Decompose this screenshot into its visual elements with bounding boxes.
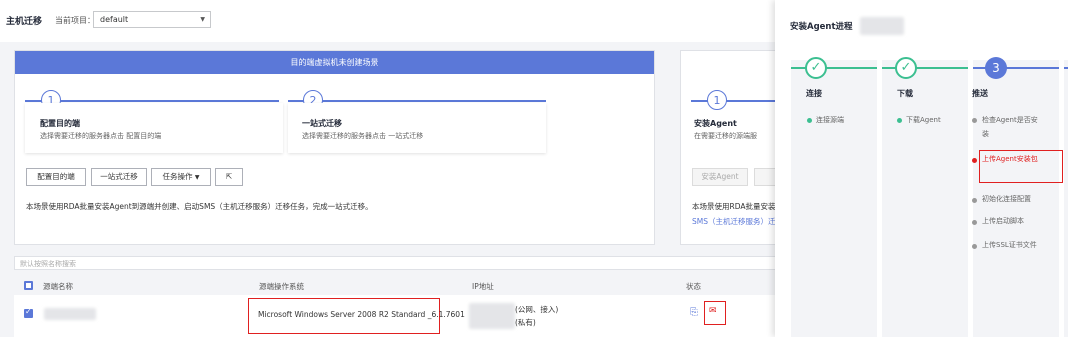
search-input[interactable]: 默认按照名称搜索 — [14, 256, 790, 270]
top-bar: 主机迁移 当前项目： default ▼ — [0, 0, 790, 42]
error-dot-icon — [972, 158, 977, 163]
task-ops-dropdown[interactable]: 任务操作 ▼ — [151, 168, 211, 186]
panel-title: 安装Agent进程 — [790, 22, 853, 32]
task-ops-label: 任务操作 — [162, 172, 193, 181]
step-line — [288, 100, 546, 102]
project-select-value: default — [100, 15, 129, 24]
scenario-note-link[interactable]: SMS（主机迁移服务）迁 — [692, 216, 776, 227]
search-placeholder: 默认按照名称搜索 — [20, 260, 76, 268]
pending-dot-icon — [972, 198, 977, 203]
progress-line — [791, 67, 877, 69]
sub-step-label: 下载Agent — [906, 116, 941, 124]
page-title: 主机迁移 — [6, 17, 43, 27]
progress-column-next — [1064, 60, 1068, 337]
column-title: 下载 — [897, 89, 913, 98]
scenario-header: 目的端虚拟机未创建场景 — [15, 51, 654, 74]
column-header-name: 源端名称 — [43, 282, 73, 291]
chevron-down-icon: ▼ — [200, 16, 205, 23]
project-select[interactable]: default ▼ — [93, 11, 211, 28]
ip-redacted — [469, 303, 515, 329]
one-stop-migrate-button[interactable]: 一站式迁移 — [91, 168, 147, 186]
progress-line — [1064, 67, 1068, 69]
step-title: 安装Agent — [694, 119, 737, 128]
check-circle-icon: ✓ — [805, 57, 827, 79]
status-log-icon[interactable]: ⎘ — [690, 307, 698, 318]
chevron-down-icon: ▼ — [194, 174, 200, 181]
sub-step-label: 连接源端 — [816, 116, 844, 124]
os-value: Microsoft Windows Server 2008 R2 Standar… — [258, 310, 465, 319]
progress-column-download — [882, 60, 968, 337]
progress-column-connect — [791, 60, 877, 337]
sub-step-label: 上传启动脚本 — [982, 217, 1024, 225]
select-all-checkbox[interactable] — [24, 281, 33, 290]
sub-step-label: 初始化连接配置 — [982, 195, 1031, 203]
table-header: 源端名称 源端操作系统 IP地址 状态 — [14, 275, 790, 295]
success-dot-icon — [807, 118, 812, 123]
step-title: 一站式迁移 — [302, 119, 342, 128]
row-checkbox[interactable] — [24, 307, 33, 318]
panel-title-redacted — [860, 17, 904, 35]
config-target-button[interactable]: 配置目的端 — [26, 168, 86, 186]
sub-step-label: 上传SSL证书文件 — [982, 241, 1037, 249]
pending-dot-icon — [972, 118, 977, 123]
column-header-status: 状态 — [686, 282, 701, 291]
step-desc: 选择需要迁移的服务器点击 配置目的端 — [40, 132, 162, 140]
scenario-card-no-vm: 目的端虚拟机未创建场景 1 配置目的端 选择需要迁移的服务器点击 配置目的端 2… — [14, 50, 655, 245]
scenario-note: 本场景使用RDA批量安装A — [692, 202, 781, 211]
ip-public-label: (公网、接入) — [515, 305, 559, 314]
install-agent-progress-panel: 安装Agent进程 ✓ 连接 连接源端 ✓ 下载 下载Agent 3 推送 检查… — [775, 0, 1068, 337]
export-button[interactable]: ⇱ — [215, 168, 243, 186]
source-name-redacted — [44, 308, 96, 320]
step-desc: 选择需要迁移的服务器点击 一站式迁移 — [302, 132, 424, 140]
table-row: Microsoft Windows Server 2008 R2 Standar… — [14, 295, 790, 337]
sub-step-label-failed: 上传Agent安装包 — [982, 155, 1038, 163]
column-title: 连接 — [806, 89, 822, 98]
project-label: 当前项目： — [55, 16, 95, 25]
pending-dot-icon — [972, 244, 977, 249]
column-title: 推送 — [972, 89, 988, 98]
external-link-icon: ⇱ — [225, 172, 233, 181]
install-agent-button[interactable]: 安装Agent — [692, 168, 748, 186]
sub-step-label: 检查Agent是否安装 — [982, 116, 1038, 138]
success-dot-icon — [897, 118, 902, 123]
ip-private-label: (私有) — [515, 318, 536, 327]
step-number: 3 — [985, 57, 1007, 79]
column-header-ip: IP地址 — [472, 282, 494, 291]
column-header-os: 源端操作系统 — [259, 282, 304, 291]
error-status-icon[interactable]: ✉ — [709, 306, 717, 316]
scenario-note: 本场景使用RDA批量安装Agent到源端并创建、启动SMS（主机迁移服务）迁移任… — [26, 202, 373, 211]
step-line — [25, 100, 279, 102]
step-title: 配置目的端 — [40, 119, 80, 128]
check-circle-icon: ✓ — [895, 57, 917, 79]
pending-dot-icon — [972, 220, 977, 225]
step-desc: 在需要迁移的源端服 — [694, 132, 757, 140]
step-number: 1 — [707, 90, 727, 110]
